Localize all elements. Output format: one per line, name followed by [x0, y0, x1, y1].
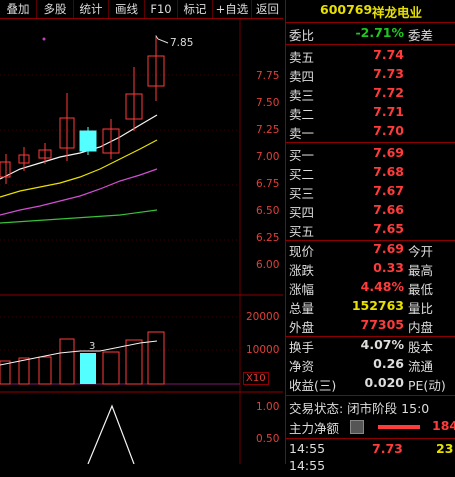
price-tick: 6.75: [256, 178, 280, 190]
indicator-line: [87, 404, 135, 464]
kline-chart-area[interactable]: 7.75 7.50 7.25 7.00 6.75 6.50 6.25 6.00 …: [0, 19, 283, 464]
stock-code: 600769: [320, 2, 373, 17]
high-marker-arrow: [155, 35, 169, 44]
volume-ma-line: [0, 340, 158, 366]
ratio-diff-label: 委差: [408, 28, 434, 43]
buy-row[interactable]: 买四 7.66: [286, 202, 455, 221]
main-flow-row[interactable]: 主力净额 184: [286, 418, 455, 437]
ratio-row: 委比 -2.71% 委差: [286, 25, 455, 44]
top-dot: [42, 37, 46, 41]
volume-marker: 3: [89, 341, 96, 352]
overlay-button[interactable]: 叠加: [0, 0, 37, 18]
candles: [0, 35, 165, 184]
draw-line-button[interactable]: 画线: [109, 0, 145, 18]
back-button[interactable]: 返回: [252, 0, 283, 18]
volume-bar-down: [80, 353, 96, 384]
price-tick: 6.00: [256, 259, 280, 271]
quote-panel: 600769 祥龙电业 委比 -2.71% 委差 卖五 7.74 卖四 7.73 卖…: [285, 0, 455, 473]
price-tick: 7.25: [256, 124, 280, 136]
stat-row: 换手 4.07% 股本: [289, 337, 434, 355]
sell-row[interactable]: 卖四 7.73: [286, 66, 455, 85]
kline-svg: [0, 19, 283, 464]
menu-icon[interactable]: [350, 420, 364, 434]
main-flow-label: 主力净额: [289, 421, 340, 436]
price-tick: 7.75: [256, 70, 280, 82]
indicator-tick: 0.50: [256, 433, 280, 445]
quote-row: 涨幅 4.48% 最低: [289, 279, 434, 297]
main-flow-value: 184: [432, 418, 455, 433]
flow-bar: [378, 425, 420, 429]
add-watchlist-button[interactable]: +自选: [213, 0, 252, 18]
mark-button[interactable]: 标记: [178, 0, 213, 18]
buy-row[interactable]: 买五 7.65: [286, 221, 455, 240]
buy-row[interactable]: 买二 7.68: [286, 164, 455, 183]
stock-header[interactable]: 600769 祥龙电业: [286, 2, 455, 21]
buy-row[interactable]: 买一 7.69: [286, 145, 455, 164]
quote-row: 现价 7.69 今开: [289, 241, 434, 259]
volume-tick: 10000: [246, 344, 280, 356]
stat-row: 净资 0.26 流通: [289, 356, 434, 374]
stat-row: 收益(三) 0.020 PE(动): [289, 375, 446, 393]
ratio-label: 委比: [289, 28, 315, 43]
sell-row[interactable]: 卖五 7.74: [286, 47, 455, 66]
stock-name: 祥龙电业: [372, 5, 423, 20]
price-tick: 6.50: [256, 205, 280, 217]
sell-row[interactable]: 卖一 7.70: [286, 123, 455, 142]
quote-row: 涨跌 0.33 最高: [289, 260, 434, 278]
high-price-label: 7.85: [170, 37, 194, 49]
price-tick: 6.25: [256, 232, 280, 244]
quote-row: 外盘 77305 内盘: [289, 317, 434, 335]
f10-button[interactable]: F10: [145, 0, 178, 18]
chart-toolbar: 叠加 多股 统计 画线 F10 标记 +自选 返回: [0, 0, 283, 19]
volume-tick: 20000: [246, 311, 280, 323]
statistics-button[interactable]: 统计: [74, 0, 109, 18]
trade-status-row: 交易状态: 闭市阶段 15:0: [286, 398, 455, 417]
indicator-tick: 1.00: [256, 401, 280, 413]
volume-unit-badge: X10: [243, 372, 269, 385]
tick-row: 14:55: [289, 458, 326, 473]
multi-stock-button[interactable]: 多股: [37, 0, 74, 18]
ma60-line: [0, 209, 158, 224]
trade-status: 交易状态: 闭市阶段 15:0: [289, 401, 430, 416]
quote-row: 总量 152763 量比: [289, 298, 434, 316]
sell-row[interactable]: 卖三 7.72: [286, 85, 455, 104]
price-tick: 7.00: [256, 151, 280, 163]
buy-row[interactable]: 买三 7.67: [286, 183, 455, 202]
ratio-value: -2.71%: [355, 25, 404, 40]
sell-row[interactable]: 卖二 7.71: [286, 104, 455, 123]
price-tick: 7.50: [256, 97, 280, 109]
ma20-line: [0, 168, 158, 216]
